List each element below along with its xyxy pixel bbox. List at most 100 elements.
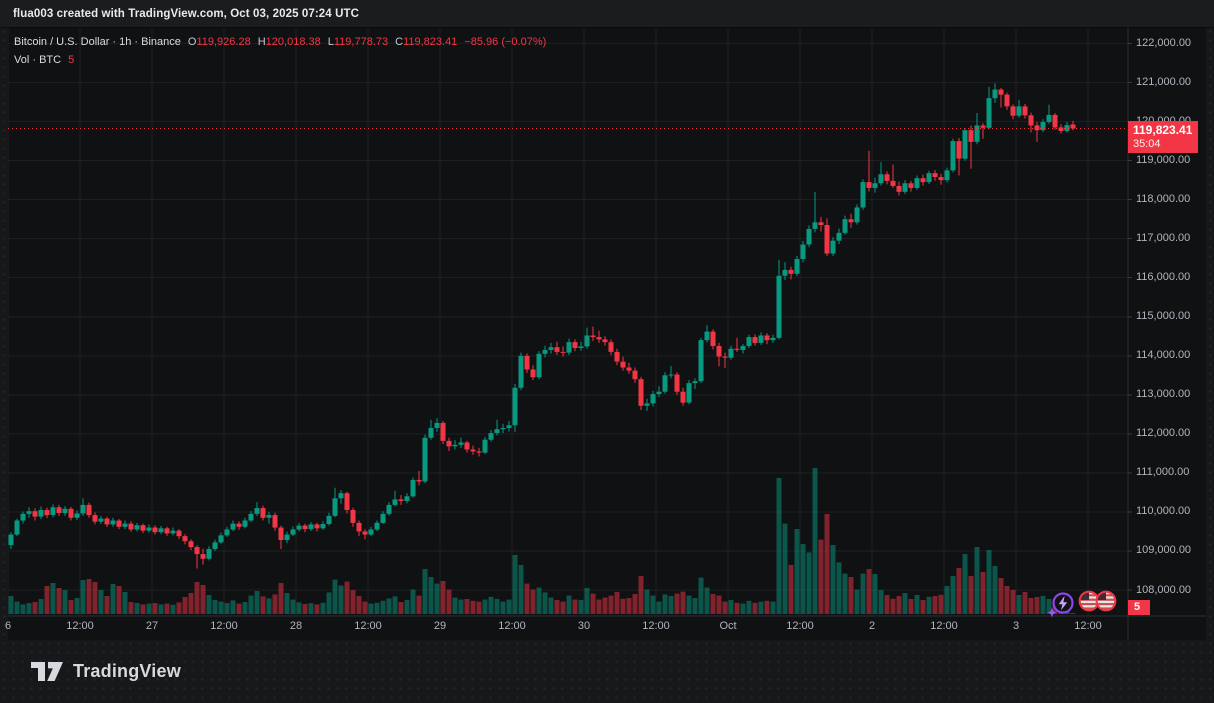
time-axis-label: 12:00 [920, 620, 968, 632]
volume-bar [609, 596, 614, 614]
candle-up [255, 502, 260, 516]
lightning-event-icon[interactable] [1054, 594, 1073, 613]
volume-bar [543, 592, 548, 614]
volume-bar [981, 572, 986, 614]
candle-down [819, 217, 824, 232]
candle-up [831, 237, 836, 256]
volume-bar [249, 596, 254, 614]
candle-up [81, 498, 86, 516]
candle-down [867, 151, 872, 192]
candle-up [423, 435, 428, 483]
volume-bar [465, 599, 470, 614]
candle-up [369, 527, 374, 536]
volume-bar [147, 604, 152, 614]
candle-up [771, 335, 776, 343]
candle-down [303, 524, 308, 533]
candle-down [87, 503, 92, 518]
candle-down [753, 334, 758, 345]
candle-down [45, 508, 50, 519]
price-axis-label: 118,000.00 [1136, 193, 1202, 206]
volume-bar [159, 604, 164, 614]
volume-bar [441, 581, 446, 614]
candle-up [801, 241, 806, 262]
candle-down [69, 507, 74, 521]
volume-bar [567, 596, 572, 614]
volume-bar [387, 598, 392, 614]
candle-down [141, 524, 146, 533]
ohlc-value: 119,823.41 [403, 36, 457, 48]
volume-bar [525, 584, 530, 614]
candle-down [555, 342, 560, 355]
volume-bar [855, 590, 860, 614]
volume-bar [993, 566, 998, 614]
volume-bar [423, 569, 428, 614]
volume-bar [177, 602, 182, 614]
volume-bar [201, 585, 206, 614]
symbol-title[interactable]: Bitcoin / U.S. Dollar · 1h · Binance [14, 35, 181, 49]
chart-canvas[interactable] [8, 28, 1206, 640]
volume-bar [825, 514, 830, 614]
volume-bar [369, 604, 374, 614]
price-axis-label: 113,000.00 [1136, 388, 1202, 401]
candle-up [699, 338, 704, 383]
volume-bar [51, 583, 56, 614]
volume-bar [447, 590, 452, 614]
candle-down [57, 505, 62, 516]
volume-bar [141, 604, 146, 614]
time-axis-label: 30 [560, 620, 608, 632]
volume-bar [909, 599, 914, 614]
candle-down [621, 357, 626, 371]
volume-bar [165, 604, 170, 614]
volume-bar [111, 584, 116, 614]
volume-axis-badge: 5 [1128, 600, 1150, 615]
volume-bar [153, 603, 158, 614]
us-flag-event-icon[interactable] [1097, 592, 1116, 611]
volume-bar [669, 596, 674, 614]
volume-bar [969, 576, 974, 614]
volume-bar [951, 576, 956, 614]
candle-up [483, 437, 488, 454]
volume-bar [297, 602, 302, 614]
volume-bar [777, 478, 782, 614]
volume-bar [627, 598, 632, 614]
candle-up [159, 526, 164, 534]
axis-separators [8, 28, 1206, 640]
candle-down [165, 527, 170, 536]
volume-bar [27, 603, 32, 614]
candle-up [501, 424, 506, 433]
volume-bar [393, 596, 398, 614]
candle-down [153, 525, 158, 534]
candle-up [747, 335, 752, 348]
candle-down [357, 521, 362, 537]
candle-down [969, 125, 974, 168]
candle-up [297, 523, 302, 532]
price-axis-label: 111,000.00 [1136, 466, 1202, 479]
tradingview-logo[interactable]: TradingView [30, 661, 181, 683]
volume-bar [861, 574, 866, 614]
candle-down [681, 388, 686, 406]
us-flag-event-icon[interactable] [1080, 592, 1099, 611]
candle-down [999, 88, 1004, 108]
bar-countdown: 35:04 [1133, 138, 1198, 151]
candle-up [411, 478, 416, 498]
time-axis-label: 12:00 [1064, 620, 1112, 632]
volume-bar [255, 591, 260, 614]
candle-down [315, 523, 320, 532]
candle-up [495, 420, 500, 436]
candle-up [585, 328, 590, 349]
volume-bar [399, 602, 404, 614]
volume-bar [171, 605, 176, 614]
volume-indicator-title[interactable]: Vol · BTC [14, 53, 61, 67]
candle-down [825, 218, 830, 255]
volume-bar [591, 594, 596, 614]
candle-up [1065, 122, 1070, 133]
candle-down [345, 492, 350, 514]
volume-bar [495, 599, 500, 614]
candle-up [405, 493, 410, 503]
volume-bar [105, 596, 110, 614]
candle-up [777, 260, 782, 340]
volume-bar [585, 588, 590, 614]
volume-bar [753, 603, 758, 614]
chart-panel: Bitcoin / U.S. Dollar · 1h · Binance O11… [8, 28, 1206, 640]
legend-row-volume: Vol · BTC 5 [14, 53, 546, 67]
